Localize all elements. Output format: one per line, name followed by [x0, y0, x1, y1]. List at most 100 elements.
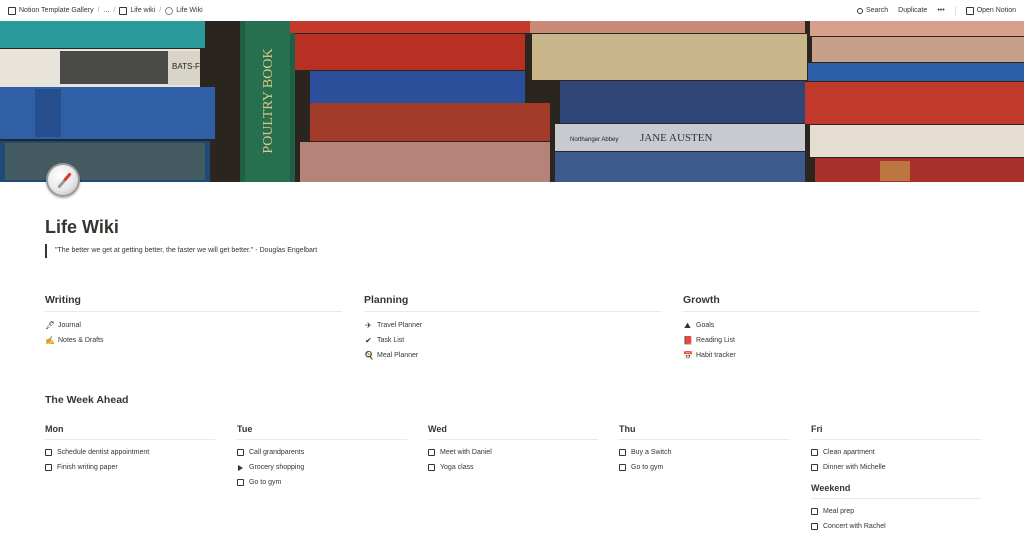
day-tue: Tue Call grandparents Grocery shopping G… [237, 424, 407, 490]
checkbox[interactable] [237, 479, 244, 486]
section-planning: Planning ✈ Travel Planner ✔ Task List 🍳 … [364, 294, 661, 363]
todo-item[interactable]: Dinner with Michelle [811, 460, 981, 475]
link-label: Travel Planner [377, 322, 423, 329]
breadcrumb-label: ... [103, 7, 110, 14]
more-options-button[interactable]: ••• [937, 7, 944, 14]
checkbox[interactable] [811, 464, 818, 471]
link-task-list[interactable]: ✔ Task List [364, 333, 661, 348]
link-habit-tracker[interactable]: 📅 Habit tracker [683, 348, 980, 363]
checkbox[interactable] [619, 464, 626, 471]
search-icon [856, 7, 863, 14]
search-button[interactable]: Search [856, 7, 889, 14]
todo-item[interactable]: Call grandparents [237, 445, 407, 460]
todo-label: Buy a Switch [631, 449, 672, 456]
section-heading: Growth [683, 294, 980, 312]
todo-item[interactable]: Concert with Rachel [811, 519, 981, 534]
compass-needle [57, 172, 72, 189]
todo-item[interactable]: Go to gym [237, 475, 407, 490]
breadcrumb-separator: / [97, 7, 100, 14]
checkbox[interactable] [45, 449, 52, 456]
link-journal[interactable]: 🖋 Journal [45, 318, 342, 333]
breadcrumb-item-life-wiki-parent[interactable]: Life wiki [119, 6, 155, 15]
todo-label: Meet with Daniel [440, 449, 492, 456]
books-cover-image: BATS-FORD POULTRY BOOK Northanger Abbey … [0, 21, 1024, 182]
spine-text: JANE AUSTEN [640, 132, 712, 144]
week-heading: The Week Ahead [45, 394, 129, 406]
checkbox[interactable] [45, 464, 52, 471]
link-label: Reading List [696, 337, 735, 344]
pen-icon: 🖋 [45, 321, 56, 330]
compass-icon[interactable] [46, 163, 80, 197]
breadcrumb-separator: / [113, 7, 116, 14]
duplicate-button[interactable]: Duplicate [898, 7, 927, 14]
frying-pan-icon: 🍳 [364, 351, 374, 360]
section-heading: Writing [45, 294, 342, 312]
link-label: Goals [696, 322, 715, 329]
todo-item[interactable]: Meet with Daniel [428, 445, 598, 460]
todo-label: Call grandparents [249, 449, 305, 456]
todo-item[interactable]: Clean apartment [811, 445, 981, 460]
day-wed: Wed Meet with Daniel Yoga class [428, 424, 598, 475]
link-notes-drafts[interactable]: ✍ Notes & Drafts [45, 333, 342, 348]
todo-label: Dinner with Michelle [823, 464, 886, 471]
breadcrumb: Notion Template Gallery / ... / Life wik… [8, 6, 203, 15]
link-label: Notes & Drafts [58, 337, 104, 344]
page-title[interactable]: Life Wiki [45, 217, 119, 238]
search-label: Search [865, 7, 889, 14]
checkbox[interactable] [811, 523, 818, 530]
quote-block[interactable]: "The better we get at getting better, th… [45, 244, 317, 258]
spine-text: Northanger Abbey [570, 137, 618, 143]
top-bar: Notion Template Gallery / ... / Life wik… [0, 0, 1024, 21]
breadcrumb-item-template-gallery[interactable]: Notion Template Gallery [8, 6, 94, 15]
checkbox[interactable] [811, 449, 818, 456]
todo-item[interactable]: Meal prep [811, 504, 981, 519]
checkbox[interactable] [428, 464, 435, 471]
day-heading: Mon [45, 424, 215, 440]
breadcrumb-item-life-wiki[interactable]: Life Wiki [165, 6, 203, 15]
day-heading: Thu [619, 424, 789, 440]
breadcrumb-separator: / [159, 7, 162, 14]
open-notion-button[interactable]: Open Notion [965, 6, 1016, 15]
cover-image: BATS-FORD POULTRY BOOK Northanger Abbey … [0, 21, 1024, 182]
book-icon: 📕 [683, 336, 693, 345]
toggle-item[interactable]: Grocery shopping [237, 460, 407, 475]
link-meal-planner[interactable]: 🍳 Meal Planner [364, 348, 661, 363]
link-goals[interactable]: ⛰ Goals [683, 318, 980, 333]
todo-item[interactable]: Buy a Switch [619, 445, 789, 460]
checkbox[interactable] [237, 449, 244, 456]
todo-item[interactable]: Yoga class [428, 460, 598, 475]
day-weekend: Weekend Meal prep Concert with Rachel [811, 483, 981, 534]
section-writing: Writing 🖋 Journal ✍ Notes & Drafts [45, 294, 342, 348]
link-label: Task List [377, 337, 405, 344]
day-mon: Mon Schedule dentist appointment Finish … [45, 424, 215, 475]
topbar-actions: Search Duplicate ••• Open Notion [856, 5, 1016, 16]
airplane-icon: ✈ [365, 321, 372, 330]
breadcrumb-item-ellipsis[interactable]: ... [104, 7, 110, 14]
todo-label: Concert with Rachel [823, 523, 886, 530]
checkbox[interactable] [811, 508, 818, 515]
section-heading: Planning [364, 294, 661, 312]
day-heading: Fri [811, 424, 981, 440]
checkbox[interactable] [428, 449, 435, 456]
checkmark-icon: ✔ [365, 336, 372, 345]
todo-item[interactable]: Finish writing paper [45, 460, 215, 475]
spine-text: POULTRY BOOK [261, 48, 276, 153]
todo-item[interactable]: Go to gym [619, 460, 789, 475]
day-heading: Wed [428, 424, 598, 440]
link-travel-planner[interactable]: ✈ Travel Planner [364, 318, 661, 333]
todo-item[interactable]: Schedule dentist appointment [45, 445, 215, 460]
toggle-triangle-icon[interactable] [238, 464, 243, 471]
link-label: Habit tracker [696, 352, 736, 359]
link-reading-list[interactable]: 📕 Reading List [683, 333, 980, 348]
checkbox[interactable] [619, 449, 626, 456]
todo-label: Meal prep [823, 508, 855, 515]
mountain-icon: ⛰ [684, 321, 691, 330]
day-heading: Weekend [811, 483, 981, 499]
notion-logo-icon [119, 6, 128, 15]
day-heading: Tue [237, 424, 407, 440]
todo-label: Go to gym [631, 464, 664, 471]
breadcrumb-label: Life Wiki [176, 7, 203, 14]
breadcrumb-label: Notion Template Gallery [19, 7, 94, 14]
day-thu: Thu Buy a Switch Go to gym [619, 424, 789, 475]
todo-label: Clean apartment [823, 449, 875, 456]
